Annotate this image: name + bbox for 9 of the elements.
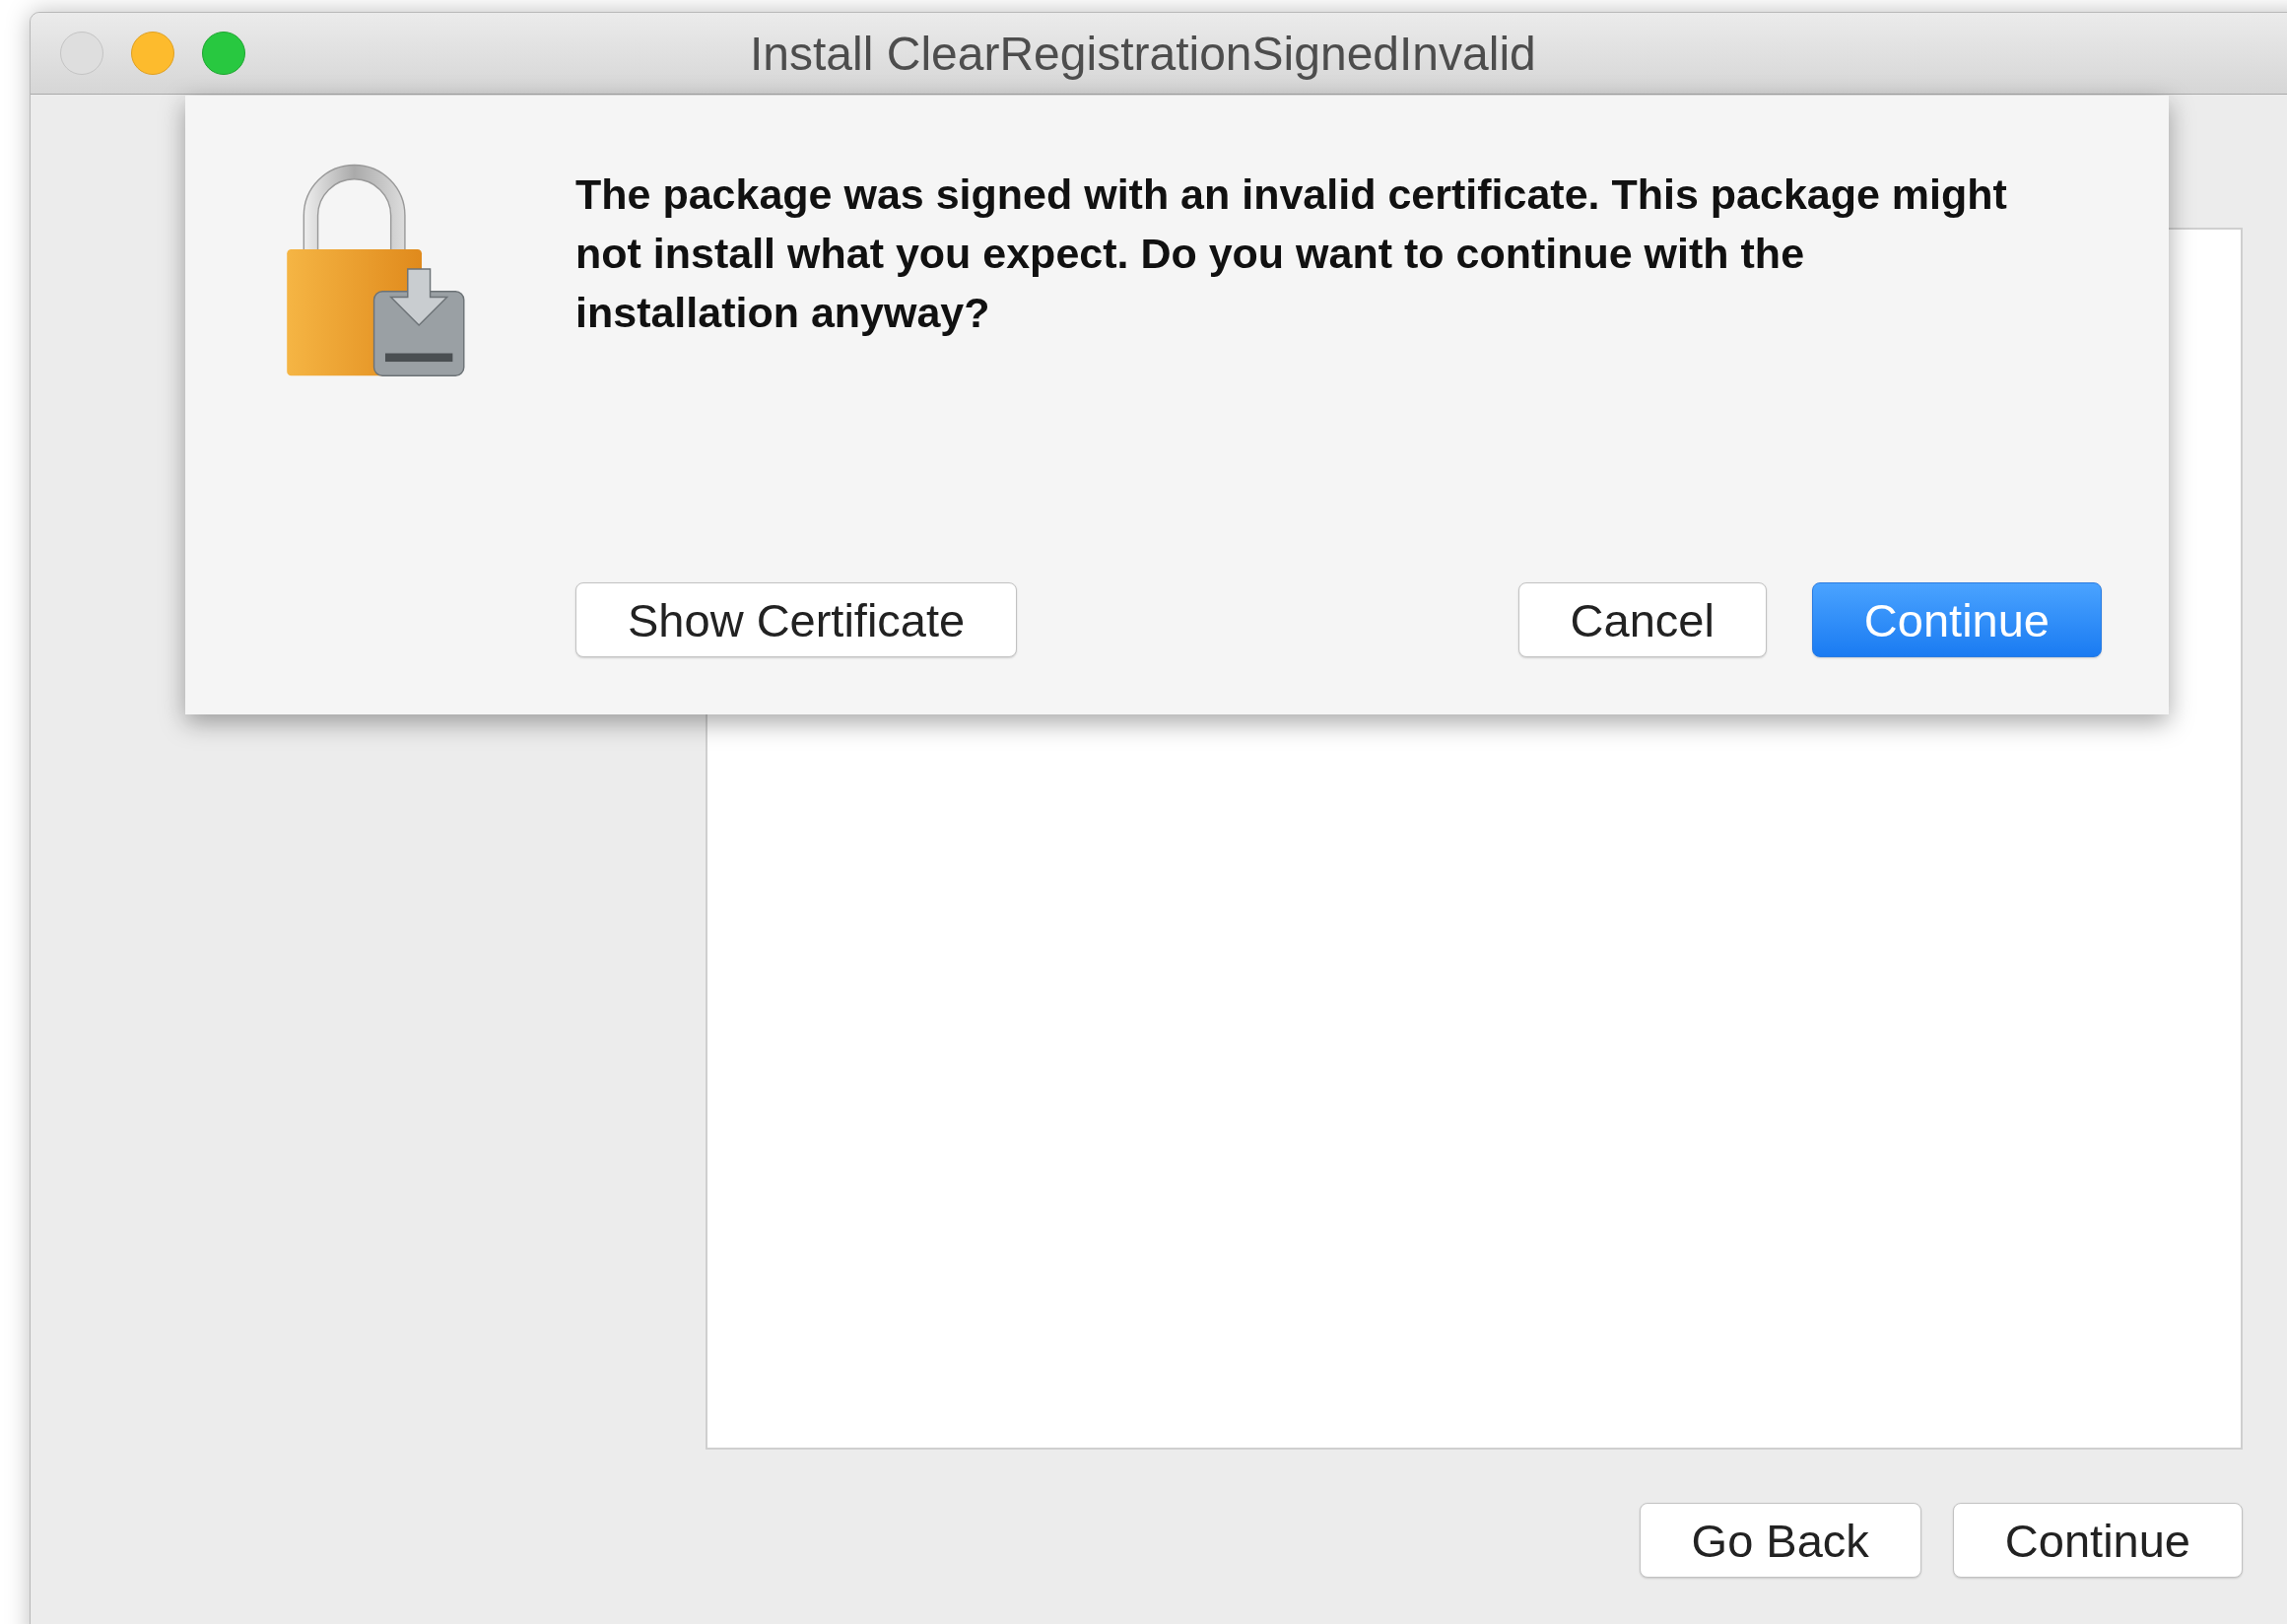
alert-button[interactable]: Cancel bbox=[1517, 582, 1767, 657]
close-button[interactable] bbox=[60, 32, 103, 75]
window-title: Install ClearRegistrationSignedInvalid bbox=[750, 26, 1536, 81]
alert-button[interactable]: Show Certificate bbox=[575, 582, 1018, 657]
alert-message: The package was signed with an invalid certificate. This package might not install what you expect. Do you want to continue with the installation anyway? bbox=[575, 169, 2008, 338]
footer-button[interactable]: Go Back bbox=[1639, 1503, 1921, 1578]
zoom-button[interactable] bbox=[202, 32, 245, 75]
minimize-button[interactable] bbox=[131, 32, 174, 75]
footer-button[interactable]: Continue bbox=[1952, 1503, 2243, 1578]
